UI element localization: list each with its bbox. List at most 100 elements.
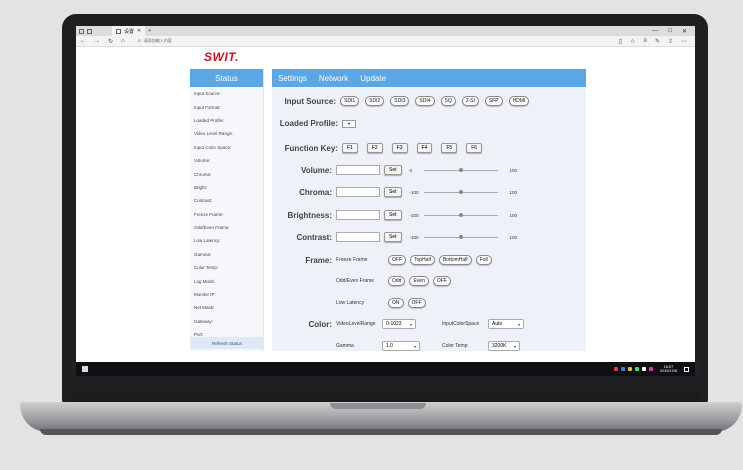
- input-sdi3-button[interactable]: SDI3: [390, 96, 410, 106]
- f4-button[interactable]: F4: [416, 143, 433, 153]
- home-icon[interactable]: ⌂: [121, 38, 125, 45]
- tab-network[interactable]: Network: [319, 74, 348, 83]
- input-2si-button[interactable]: 2-SI: [461, 96, 479, 106]
- clock-date: 2019/12/6: [660, 369, 677, 373]
- color-temp-select[interactable]: 3200K ▾: [488, 341, 520, 351]
- input-hdmi-button[interactable]: HDMI: [508, 96, 530, 106]
- tab-preview-icon[interactable]: [87, 28, 92, 34]
- maximize-button[interactable]: □: [668, 28, 672, 35]
- chevron-down-icon: ▾: [513, 343, 516, 349]
- tray-app-icon[interactable]: [621, 367, 626, 371]
- contrast-row: Contrast: Set -100 100: [272, 232, 586, 242]
- gamma-value: 1.0: [386, 343, 393, 349]
- f2-button[interactable]: F2: [366, 143, 383, 153]
- refresh-status-button[interactable]: Refresh Status: [190, 337, 264, 349]
- loaded-profile-dropdown[interactable]: ▾: [342, 119, 356, 128]
- contrast-set-button[interactable]: Set: [384, 232, 402, 242]
- status-item: Monitor IP:: [194, 292, 216, 298]
- input-color-space-select[interactable]: Auto ▾: [488, 319, 524, 329]
- latency-on-button[interactable]: ON: [388, 298, 404, 308]
- volume-input[interactable]: [336, 165, 380, 175]
- input-sfp-button[interactable]: SFP: [484, 96, 503, 106]
- tray-app-icon[interactable]: [628, 367, 633, 371]
- brightness-slider[interactable]: [423, 213, 498, 217]
- video-level-range-select[interactable]: 0-1023 ▾: [382, 319, 416, 329]
- reading-view-icon[interactable]: ▯: [619, 38, 622, 45]
- f1-button[interactable]: F1: [342, 143, 358, 153]
- search-icon: ⌕: [138, 38, 141, 44]
- tray-app-icon[interactable]: [649, 367, 654, 371]
- share-icon[interactable]: ⇪: [668, 38, 673, 45]
- oddeven-off-button[interactable]: OFF: [432, 276, 451, 286]
- f6-button[interactable]: F6: [466, 143, 483, 153]
- tab-actions: [79, 28, 92, 34]
- input-sq-button[interactable]: SQ: [440, 96, 456, 106]
- freeze-full-button[interactable]: Full: [475, 255, 492, 265]
- brightness-set-button[interactable]: Set: [384, 210, 402, 220]
- tab-update[interactable]: Update: [360, 74, 386, 83]
- new-tab-button[interactable]: +: [148, 28, 151, 34]
- odd-button[interactable]: Odd: [388, 276, 406, 286]
- settings-tab-bar: Settings Network Update: [272, 69, 586, 87]
- freeze-frame-label: Freeze Frame: [336, 257, 368, 263]
- refresh-icon[interactable]: ↻: [108, 38, 113, 45]
- input-sdi2-button[interactable]: SDI2: [365, 96, 385, 106]
- browser-tab[interactable]: 设置 ✕: [112, 26, 146, 36]
- f3-button[interactable]: F3: [391, 143, 408, 153]
- forward-icon[interactable]: →: [94, 38, 100, 45]
- video-level-range-label: VideoLevelRange: [336, 321, 376, 327]
- slider-handle[interactable]: [458, 235, 463, 239]
- back-icon[interactable]: ←: [80, 38, 86, 45]
- slider-handle[interactable]: [458, 168, 463, 172]
- windows-start-icon[interactable]: [82, 366, 88, 372]
- f5-button[interactable]: F5: [441, 143, 458, 153]
- chroma-input[interactable]: [336, 187, 380, 197]
- slider-handle[interactable]: [458, 213, 463, 217]
- slider-handle[interactable]: [458, 190, 463, 194]
- contrast-input[interactable]: [336, 232, 380, 242]
- tab-manager-icon[interactable]: [79, 28, 84, 34]
- chroma-set-button[interactable]: Set: [384, 187, 402, 197]
- close-window-button[interactable]: ✕: [682, 28, 687, 35]
- volume-min: 0: [409, 167, 413, 173]
- function-key-label: Function Key:: [284, 143, 338, 153]
- settings-panel: Settings Network Update Input Source: SD…: [272, 69, 586, 351]
- frame-label: Frame:: [305, 255, 332, 265]
- input-sdi4-button[interactable]: SDI4: [415, 96, 435, 106]
- more-icon[interactable]: ⋯: [681, 38, 687, 45]
- status-item: Input Format:: [194, 104, 221, 110]
- favorites-list-icon[interactable]: ≡: [643, 38, 647, 45]
- taskbar-clock[interactable]: 16:57 2019/12/6: [660, 365, 677, 374]
- favorite-star-icon[interactable]: ☆: [630, 38, 635, 45]
- chroma-slider[interactable]: [423, 190, 498, 194]
- volume-icon[interactable]: [642, 367, 647, 371]
- tab-close-icon[interactable]: ✕: [137, 28, 141, 34]
- tray-app-icon[interactable]: [635, 367, 640, 371]
- laptop-screen: 设置 ✕ + — □ ✕ ← → ↻ ⌂ ⌕ 请添加输入内容 ▯ ☆ ≡ ✎ ⇪…: [76, 26, 695, 376]
- url-field[interactable]: 请添加输入内容: [144, 38, 172, 44]
- freeze-tophalf-button[interactable]: TopHalf: [410, 255, 435, 265]
- status-item: Color Temp:: [194, 265, 219, 271]
- input-sdi1-button[interactable]: SDI1: [340, 96, 360, 106]
- volume-set-button[interactable]: Set: [384, 165, 402, 175]
- freeze-frame-row: Frame: Freeze Frame OFF TopHalf BottomHa…: [272, 255, 586, 265]
- minimize-button[interactable]: —: [652, 28, 658, 35]
- brightness-label: Brightness:: [287, 210, 332, 220]
- browser-tab-bar: 设置 ✕ + — □ ✕: [76, 26, 695, 36]
- volume-slider[interactable]: [423, 168, 498, 172]
- latency-off-button[interactable]: OFF: [407, 298, 426, 308]
- freeze-bottomhalf-button[interactable]: BottomHalf: [438, 255, 472, 265]
- volume-max: 100: [509, 167, 518, 173]
- gamma-select[interactable]: 1.0 ▾: [382, 341, 420, 351]
- notification-icon[interactable]: [684, 366, 689, 372]
- freeze-off-button[interactable]: OFF: [388, 255, 406, 265]
- color-row: Color: VideoLevelRange 0-1023 ▾ InputCol…: [272, 319, 586, 329]
- notes-icon[interactable]: ✎: [655, 38, 660, 45]
- tray-app-icon[interactable]: [614, 367, 619, 371]
- web-page: SWIT. Status Input Source: Input Format:…: [76, 47, 695, 351]
- contrast-slider[interactable]: [423, 235, 498, 239]
- swit-logo: SWIT.: [204, 50, 239, 64]
- tab-settings[interactable]: Settings: [278, 74, 307, 83]
- brightness-input[interactable]: [336, 210, 380, 220]
- even-button[interactable]: Even: [409, 276, 429, 286]
